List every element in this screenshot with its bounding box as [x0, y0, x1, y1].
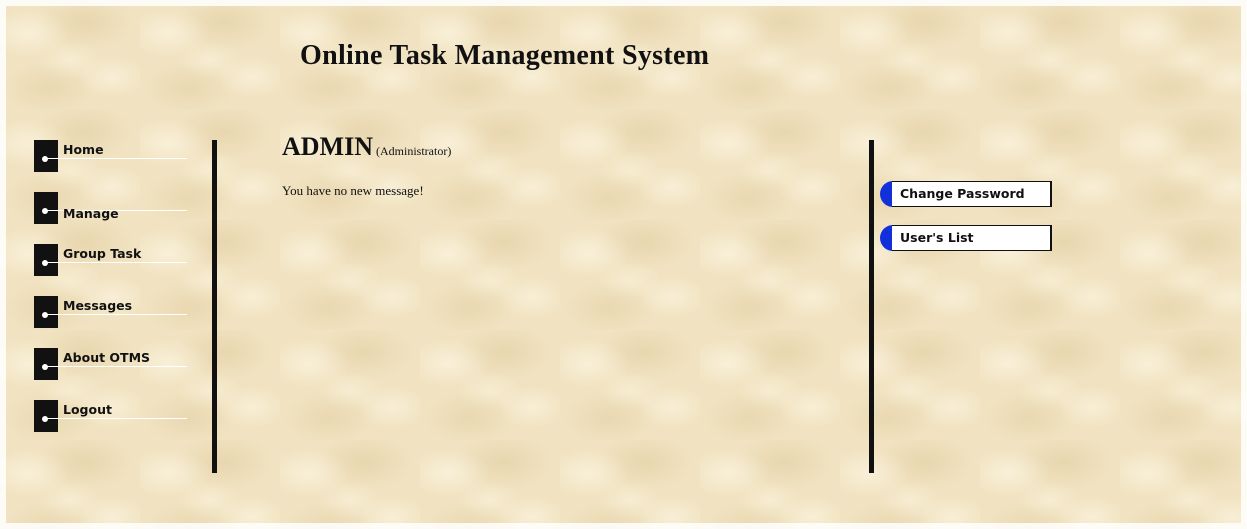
page-title: Online Task Management System	[300, 40, 710, 71]
left-divider	[212, 140, 217, 473]
nav-item-home[interactable]: Home	[34, 140, 194, 174]
nav-dot-icon	[42, 208, 48, 214]
nav-item-label: About OTMS	[63, 350, 151, 365]
user-heading: ADMIN (Administrator)	[282, 132, 451, 162]
nav-item-group-task[interactable]: Group Task	[34, 244, 194, 278]
nav-item-logout[interactable]: Logout	[34, 400, 194, 434]
nav-dot-icon	[42, 260, 48, 266]
nav-dot-icon	[42, 312, 48, 318]
nav-rule	[45, 158, 187, 159]
nav-item-messages[interactable]: Messages	[34, 296, 194, 330]
nav-dot-icon	[42, 156, 48, 162]
nav-dot-icon	[42, 416, 48, 422]
nav-item-label: Home	[63, 142, 104, 157]
nav-rule	[45, 418, 187, 419]
message-status: You have no new message!	[282, 183, 424, 198]
right-divider	[869, 140, 874, 473]
nav-rule	[45, 262, 187, 263]
user-role: (Administrator)	[376, 144, 452, 158]
change-password-label: Change Password	[900, 186, 1025, 201]
users-list-label: User's List	[900, 230, 974, 245]
nav-item-label: Messages	[63, 298, 133, 313]
nav-rule	[45, 366, 187, 367]
nav-item-manage[interactable]: Manage	[34, 192, 194, 226]
nav-item-label: Group Task	[63, 246, 142, 261]
change-password-button[interactable]: Change Password	[880, 181, 1052, 207]
nav-item-label: Manage	[63, 206, 119, 221]
user-name: ADMIN	[282, 132, 373, 161]
nav-item-about[interactable]: About OTMS	[34, 348, 194, 382]
nav-rule	[45, 314, 187, 315]
nav-dot-icon	[42, 364, 48, 370]
nav-item-label: Logout	[63, 402, 112, 417]
users-list-button[interactable]: User's List	[880, 225, 1052, 251]
